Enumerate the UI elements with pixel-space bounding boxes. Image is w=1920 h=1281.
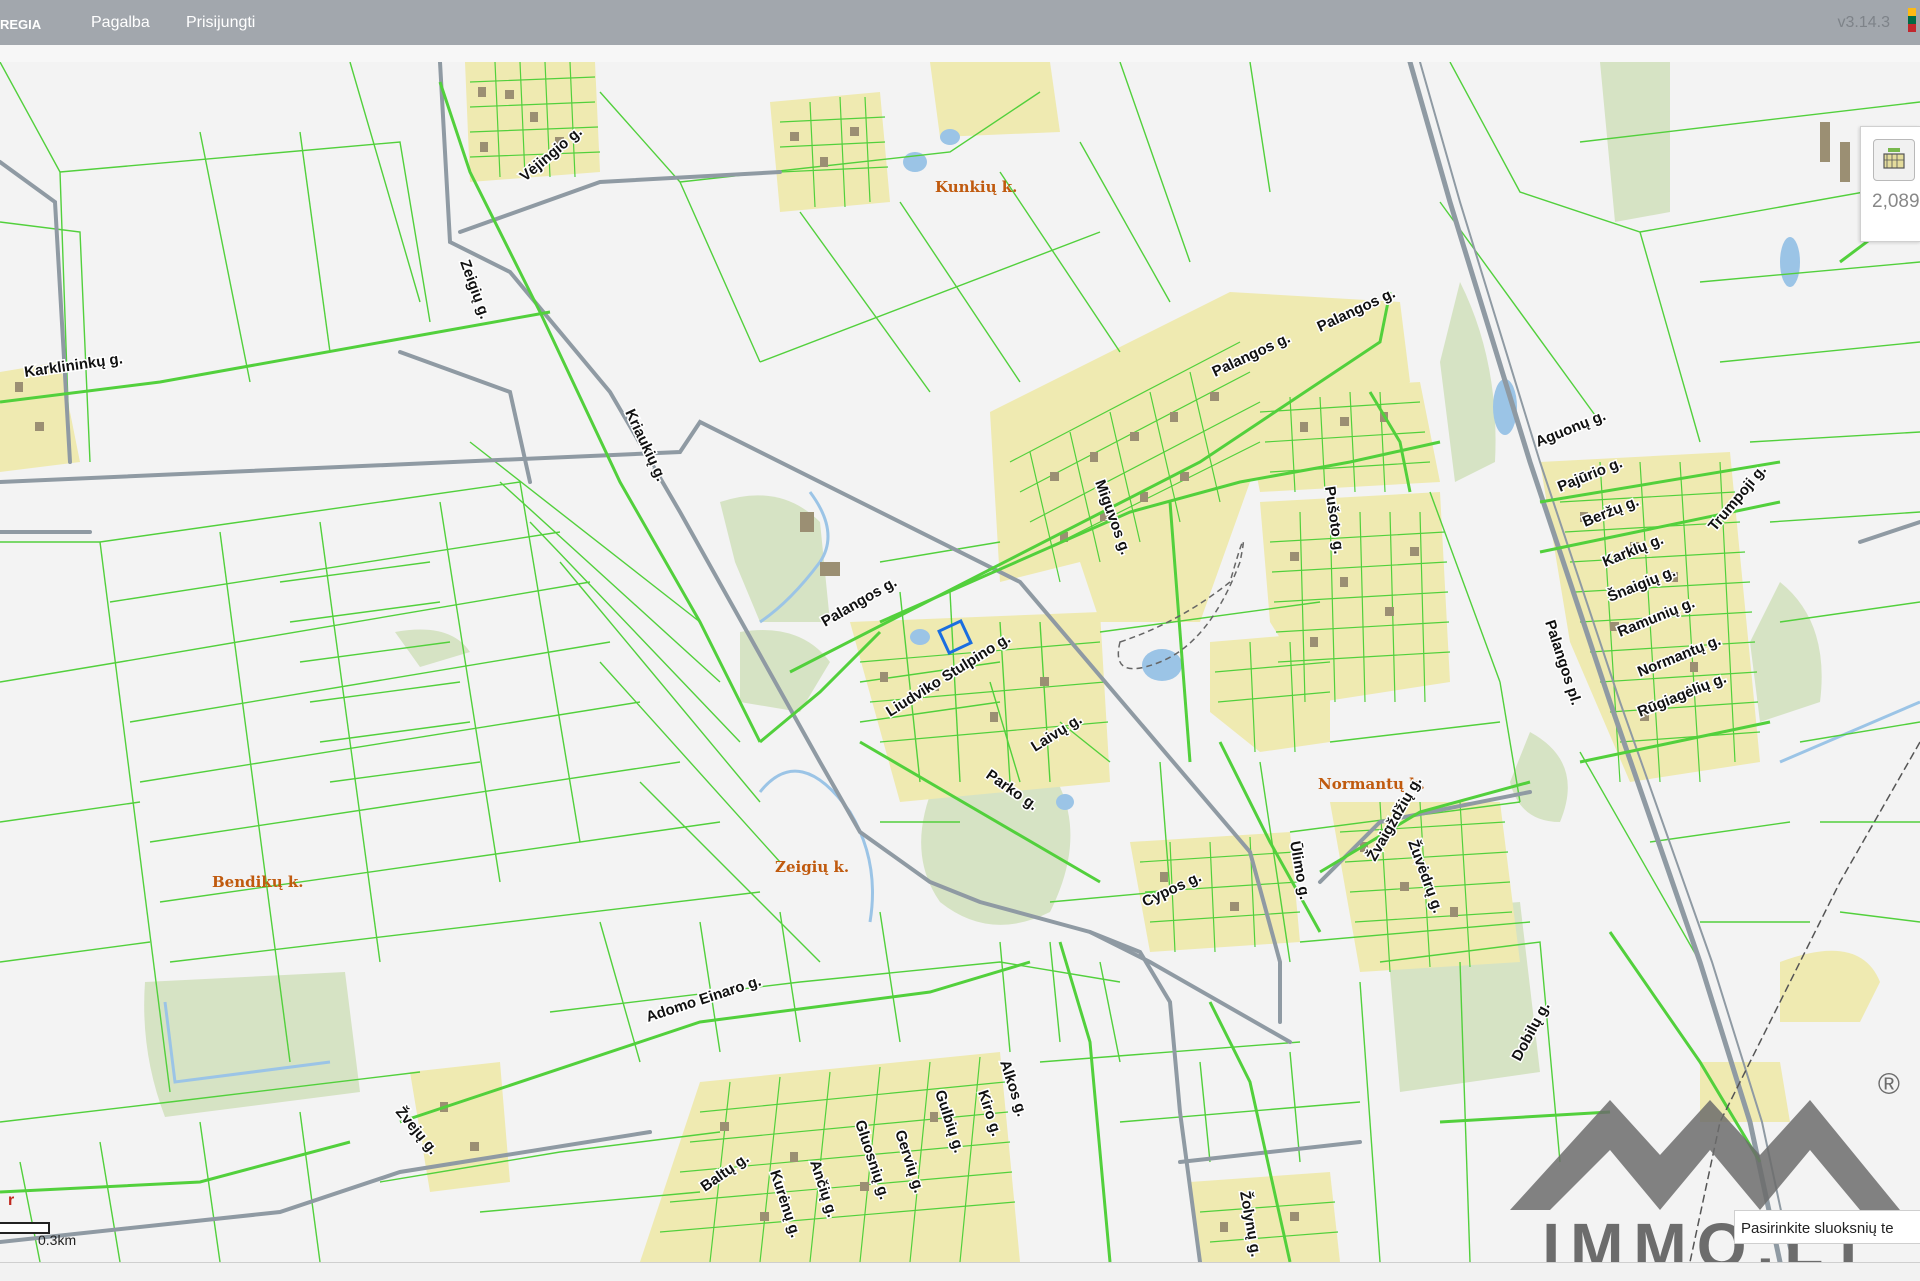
layers-button[interactable] xyxy=(1873,139,1915,181)
registered-mark: ® xyxy=(1878,1068,1900,1101)
place-label: Bendikų k. xyxy=(212,873,303,891)
place-label: Zeigių k. xyxy=(775,858,849,876)
layer-count: 2,089 xyxy=(1872,191,1920,212)
brand-logo[interactable]: REGIA xyxy=(0,17,41,32)
layer-side-panel: 2,089 xyxy=(1860,126,1920,242)
menu-login[interactable]: Prisijungti xyxy=(186,14,255,32)
place-label: Kunkių k. xyxy=(935,178,1017,196)
top-bar: REGIA Pagalba Prisijungti v3.14.3 xyxy=(0,0,1920,45)
scale-label: 0.3km xyxy=(38,1232,77,1248)
lithuanian-flag-icon[interactable] xyxy=(1908,8,1916,32)
layer-select-hint[interactable]: Pasirinkite sluoksnių te xyxy=(1734,1210,1920,1244)
menu-help[interactable]: Pagalba xyxy=(91,14,150,32)
bottom-bar xyxy=(0,1262,1920,1281)
toolbar-separator xyxy=(0,45,1920,63)
scale-marker: r xyxy=(8,1192,15,1209)
version-label: v3.14.3 xyxy=(1837,14,1890,31)
layers-icon xyxy=(1883,148,1905,169)
